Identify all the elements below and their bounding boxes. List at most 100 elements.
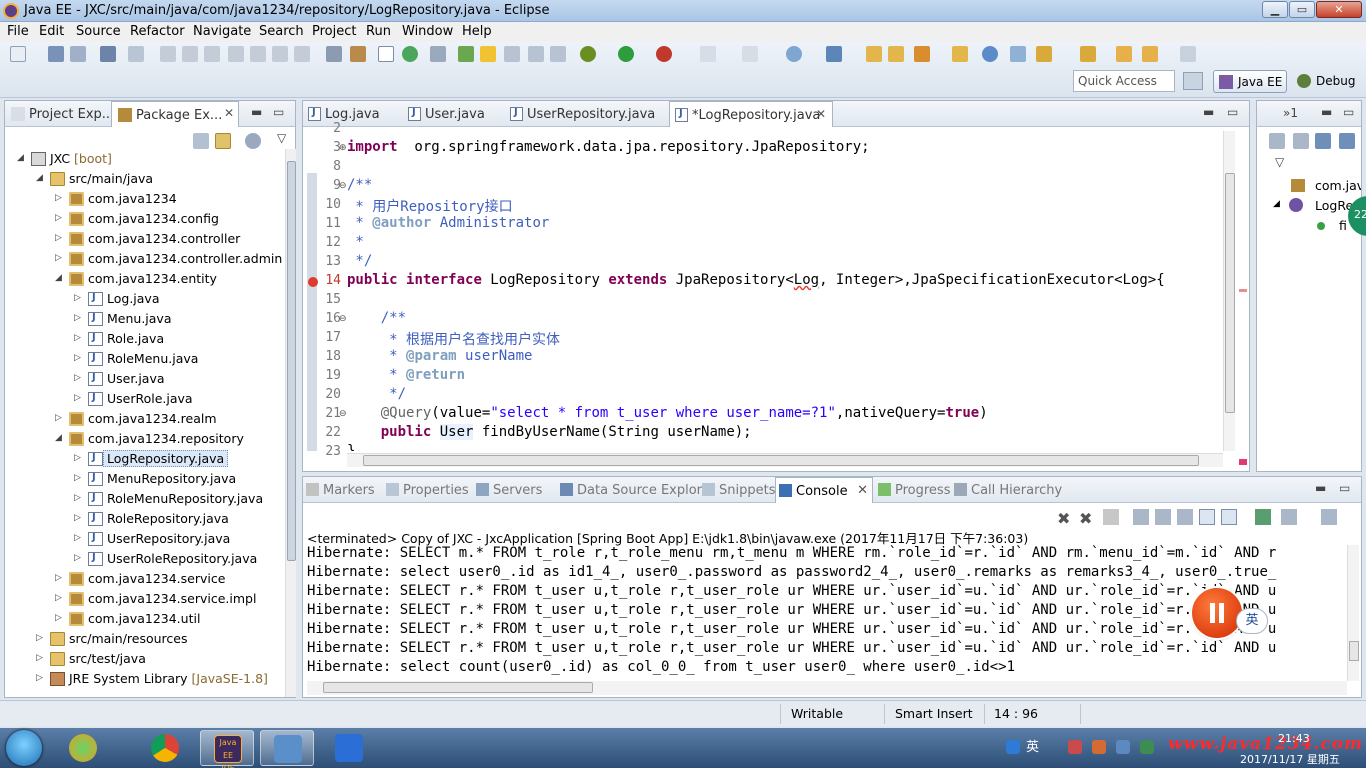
close-window-button[interactable]: ✕ (1316, 1, 1362, 18)
open-task-icon[interactable] (350, 46, 366, 62)
console-horizontal-thumb[interactable] (323, 682, 593, 693)
pin-console-icon[interactable] (1255, 509, 1271, 525)
new-class-icon[interactable] (826, 46, 842, 62)
expand-arrow-icon[interactable]: ▷ (74, 533, 81, 543)
clock-date[interactable]: 2017/11/17 星期五 (1240, 751, 1340, 767)
collapse-arrow-icon[interactable]: ◢ (17, 153, 24, 163)
tab-package-explorer[interactable]: Package Ex... ✕ (111, 101, 239, 127)
menu-run[interactable]: Run (366, 24, 391, 39)
save-all-icon[interactable] (70, 46, 86, 62)
block-select-icon[interactable] (528, 46, 544, 62)
start-button[interactable] (6, 730, 42, 766)
last-edit-icon[interactable] (1116, 46, 1132, 62)
clock-time[interactable]: 21:43 (1278, 732, 1310, 745)
tray-network-icon[interactable] (1116, 740, 1130, 754)
annotation-next-icon[interactable] (458, 46, 474, 62)
menu-search[interactable]: Search (259, 24, 304, 39)
close-tab-icon[interactable]: ✕ (224, 106, 234, 120)
expand-arrow-icon[interactable]: ▷ (74, 473, 81, 483)
word-wrap-console-icon[interactable] (1177, 509, 1193, 525)
collapse-fold-icon[interactable]: ⊖ (339, 314, 347, 324)
expand-arrow-icon[interactable]: ▷ (74, 393, 81, 403)
error-icon[interactable] (308, 277, 318, 287)
disconnect-icon[interactable] (228, 46, 244, 62)
run-icon[interactable] (618, 46, 634, 62)
show-on-output-icon[interactable] (1199, 509, 1215, 525)
tab-user-java[interactable]: User.java (403, 101, 499, 127)
expand-fold-icon[interactable]: ⊕ (339, 143, 347, 153)
expand-arrow-icon[interactable]: ▷ (74, 553, 81, 563)
back-icon[interactable] (1142, 46, 1158, 62)
expand-arrow-icon[interactable]: ▷ (55, 233, 62, 243)
word-wrap-icon[interactable] (550, 46, 566, 62)
step-into-icon[interactable] (250, 46, 266, 62)
left-scrollbar-thumb[interactable] (287, 161, 296, 561)
new-server-icon[interactable] (786, 46, 802, 62)
close-tab-icon[interactable]: ✕ (816, 107, 826, 121)
menu-help[interactable]: Help (462, 24, 492, 39)
skip-breakpoints-icon[interactable] (128, 46, 144, 62)
server-icon[interactable] (742, 46, 758, 62)
perspective-debug[interactable]: Debug (1292, 70, 1358, 93)
hide-fields-icon[interactable] (1315, 133, 1331, 149)
focus-icon[interactable] (245, 133, 261, 149)
input-language-indicator[interactable]: 英 (1236, 608, 1268, 634)
step-over-icon[interactable] (272, 46, 288, 62)
recorder-pause-button[interactable] (1192, 588, 1242, 638)
tab-markers[interactable]: Markers (303, 477, 381, 503)
previous-annotation-icon[interactable] (1080, 46, 1096, 62)
taskbar-wps[interactable] (322, 730, 376, 766)
menu-navigate[interactable]: Navigate (193, 24, 251, 39)
left-scrollbar[interactable] (285, 149, 296, 697)
suspend-icon[interactable] (182, 46, 198, 62)
search-icon[interactable] (430, 46, 446, 62)
debug-icon[interactable] (580, 46, 596, 62)
error-marker[interactable] (1239, 289, 1247, 292)
menu-file[interactable]: File (7, 24, 29, 39)
show-whitespace-icon[interactable] (504, 46, 520, 62)
overview-ruler[interactable] (1237, 131, 1249, 465)
expand-arrow-icon[interactable]: ▷ (74, 513, 81, 523)
expand-arrow-icon[interactable]: ▷ (74, 293, 81, 303)
editor-horizontal-thumb[interactable] (363, 455, 1199, 466)
quick-access-input[interactable]: Quick Access (1073, 70, 1175, 92)
minimize-console-icon[interactable]: ▬ (1315, 481, 1326, 495)
taskbar-chrome[interactable] (138, 730, 192, 766)
save-icon[interactable] (48, 46, 64, 62)
open-console-icon[interactable] (1321, 509, 1337, 525)
expand-arrow-icon[interactable]: ▷ (55, 253, 62, 263)
tab-properties[interactable]: Properties (383, 477, 471, 503)
tray-ime-indicator[interactable]: 英 (1026, 736, 1039, 755)
tab-progress[interactable]: Progress (875, 477, 950, 503)
editor-horizontal-scrollbar[interactable] (347, 453, 1223, 467)
console-vertical-thumb[interactable] (1349, 641, 1359, 661)
tab-call-hierarchy[interactable]: Call Hierarchy (951, 477, 1063, 503)
expand-arrow-icon[interactable]: ▷ (55, 613, 62, 623)
minimize-outline-icon[interactable]: ▬ (1321, 105, 1332, 119)
expand-arrow-icon[interactable]: ▷ (55, 213, 62, 223)
collapse-arrow-icon[interactable]: ◢ (36, 173, 43, 183)
editor-vertical-thumb[interactable] (1225, 173, 1235, 413)
ime-logo-icon[interactable] (1006, 740, 1020, 754)
web-browser-icon[interactable] (402, 46, 418, 62)
menu-source[interactable]: Source (76, 24, 121, 39)
console-horizontal-scrollbar[interactable] (307, 681, 1347, 695)
remove-all-launches-icon[interactable]: ✖ (1079, 509, 1095, 528)
expand-arrow-icon[interactable]: ▷ (74, 313, 81, 323)
expand-arrow-icon[interactable]: ▷ (74, 453, 81, 463)
focus-on-icon[interactable] (1269, 133, 1285, 149)
run-external-icon[interactable] (656, 46, 672, 62)
expand-icon[interactable]: ◢ (1273, 199, 1280, 209)
collapse-arrow-icon[interactable]: ◢ (55, 273, 62, 283)
display-console-icon[interactable] (1281, 509, 1297, 525)
expand-arrow-icon[interactable]: ▷ (74, 493, 81, 503)
terminal-icon[interactable] (100, 46, 116, 62)
tab-servers[interactable]: Servers (473, 477, 555, 503)
minimize-editor-icon[interactable]: ▬ (1203, 105, 1214, 119)
resume-icon[interactable] (160, 46, 176, 62)
open-folder-icon[interactable] (866, 46, 882, 62)
expand-arrow-icon[interactable]: ▷ (55, 593, 62, 603)
expand-arrow-icon[interactable]: ▷ (74, 373, 81, 383)
expand-arrow-icon[interactable]: ▷ (36, 653, 43, 663)
view-menu-icon[interactable]: ▽ (277, 131, 286, 145)
